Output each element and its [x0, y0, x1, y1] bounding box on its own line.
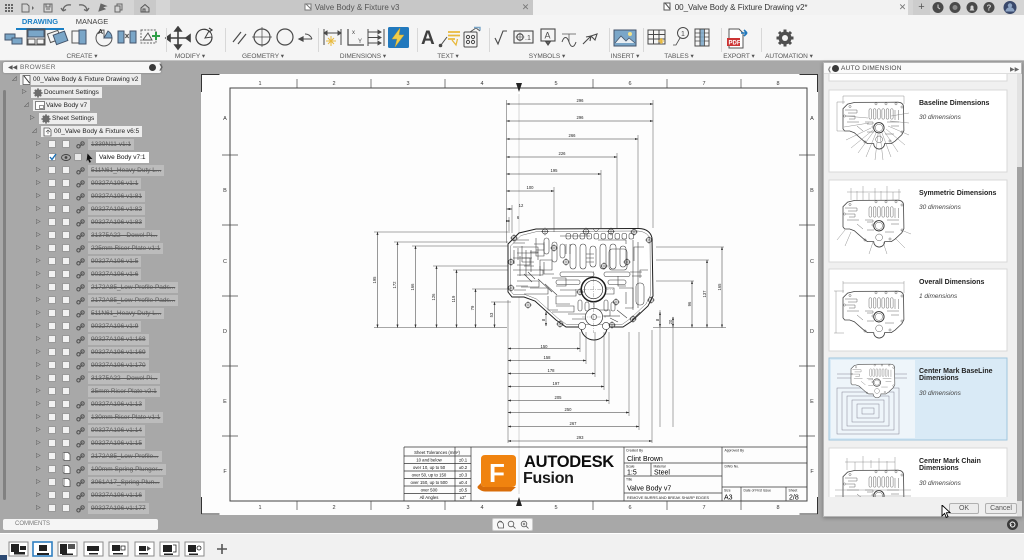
svg-text:3: 3 — [406, 81, 409, 87]
svg-text:53: 53 — [489, 312, 494, 317]
svg-text:Valve Body v7: Valve Body v7 — [627, 486, 671, 493]
svg-text:A: A — [421, 28, 435, 49]
svg-text:137: 137 — [702, 290, 707, 298]
svg-text:2: 2 — [332, 505, 335, 511]
svg-text:Created By: Created By — [626, 449, 643, 453]
svg-text:195: 195 — [551, 168, 559, 173]
svg-text:.1: .1 — [525, 35, 531, 42]
svg-text:6: 6 — [628, 505, 631, 511]
svg-text:±0.3: ±0.3 — [459, 473, 468, 478]
svg-text:267: 267 — [570, 421, 578, 426]
svg-text:4: 4 — [480, 505, 483, 511]
svg-text:226: 226 — [559, 151, 567, 156]
svg-text:A: A — [98, 29, 103, 36]
svg-text:12: 12 — [519, 203, 524, 208]
svg-text:5: 5 — [554, 81, 557, 87]
svg-text:over 50, up to 150: over 50, up to 150 — [412, 473, 447, 478]
svg-text:Title: Title — [626, 478, 632, 482]
svg-text:Steel: Steel — [654, 470, 670, 477]
svg-text:158: 158 — [544, 355, 552, 360]
svg-text:REMOVE BURRS AND BREAK SHARP E: REMOVE BURRS AND BREAK SHARP EDGES — [627, 496, 709, 500]
svg-text:296: 296 — [577, 98, 585, 103]
svg-text:2: 2 — [332, 81, 335, 87]
svg-text:?: ? — [987, 4, 992, 13]
svg-text:±0.5: ±0.5 — [459, 488, 468, 493]
svg-text:1: 1 — [258, 81, 261, 87]
svg-text:D: D — [223, 329, 227, 335]
svg-text:1: 1 — [681, 31, 685, 38]
svg-text:250: 250 — [565, 407, 573, 412]
svg-text:A3: A3 — [724, 495, 733, 502]
svg-text:Material: Material — [654, 465, 666, 469]
svg-text:197: 197 — [553, 381, 561, 386]
svg-text:A: A — [223, 116, 227, 122]
svg-text:150: 150 — [541, 344, 549, 349]
svg-text:205: 205 — [555, 395, 563, 400]
svg-text:All Angles: All Angles — [420, 495, 439, 500]
svg-text:3: 3 — [406, 505, 409, 511]
svg-text:4: 4 — [480, 81, 483, 87]
svg-text:E: E — [223, 399, 227, 405]
svg-text:±0.2: ±0.2 — [459, 465, 468, 470]
svg-text:±0.1: ±0.1 — [459, 458, 468, 463]
svg-text:A: A — [545, 31, 551, 41]
svg-text:Size: Size — [724, 489, 731, 493]
svg-text:over 10, up to 50: over 10, up to 50 — [413, 465, 446, 470]
svg-text:over 500: over 500 — [421, 488, 438, 493]
svg-text:Sheet: Sheet — [789, 489, 798, 493]
svg-text:166: 166 — [410, 283, 415, 291]
svg-text:Scale: Scale — [626, 465, 635, 469]
svg-text:AUTODESK: AUTODESK — [524, 453, 614, 471]
svg-text:100: 100 — [527, 185, 535, 190]
svg-text:Approved By: Approved By — [725, 449, 745, 453]
svg-text:20: 20 — [668, 319, 673, 324]
svg-text:DWG No.: DWG No. — [725, 465, 740, 469]
svg-text:F: F — [489, 458, 505, 488]
svg-text:2/8: 2/8 — [789, 495, 799, 502]
svg-text:172: 172 — [392, 281, 397, 289]
svg-text:PDF: PDF — [729, 41, 741, 47]
svg-text:119: 119 — [451, 295, 456, 302]
svg-text:7: 7 — [702, 505, 705, 511]
svg-text:x: x — [352, 30, 355, 36]
svg-text:1:5: 1:5 — [627, 470, 637, 477]
svg-text:B: B — [810, 188, 814, 194]
svg-text:Date of First Issue: Date of First Issue — [744, 489, 772, 493]
svg-text:126: 126 — [431, 293, 436, 301]
svg-text:79: 79 — [470, 305, 475, 310]
svg-text:±2°: ±2° — [460, 495, 467, 500]
svg-text:over 150, up to 500: over 150, up to 500 — [410, 480, 448, 485]
svg-text:296: 296 — [577, 115, 585, 120]
svg-text:E: E — [810, 399, 814, 405]
svg-text:Clint Brown: Clint Brown — [627, 456, 663, 463]
svg-text:7: 7 — [702, 81, 705, 87]
svg-text:6: 6 — [628, 81, 631, 87]
svg-text:96: 96 — [687, 301, 692, 306]
svg-text:178: 178 — [548, 368, 556, 373]
svg-text:Sheet Tolerances (mm²): Sheet Tolerances (mm²) — [414, 450, 460, 455]
svg-text:1: 1 — [258, 505, 261, 511]
svg-text:195: 195 — [372, 276, 377, 284]
svg-text:266: 266 — [569, 133, 577, 138]
svg-text:165: 165 — [717, 283, 722, 291]
svg-text:Fusion: Fusion — [523, 470, 574, 487]
svg-text:293: 293 — [577, 435, 585, 440]
svg-text:A: A — [810, 116, 814, 122]
svg-text:5: 5 — [554, 505, 557, 511]
svg-text:8: 8 — [776, 505, 779, 511]
svg-text:D: D — [810, 329, 814, 335]
svg-text:C: C — [810, 259, 814, 265]
svg-text:B: B — [223, 188, 227, 194]
svg-text:8: 8 — [776, 81, 779, 87]
svg-text:10 and below: 10 and below — [416, 458, 442, 463]
svg-text:C: C — [223, 259, 227, 265]
svg-text:±0.4: ±0.4 — [459, 480, 468, 485]
svg-text:Y: Y — [358, 39, 362, 45]
